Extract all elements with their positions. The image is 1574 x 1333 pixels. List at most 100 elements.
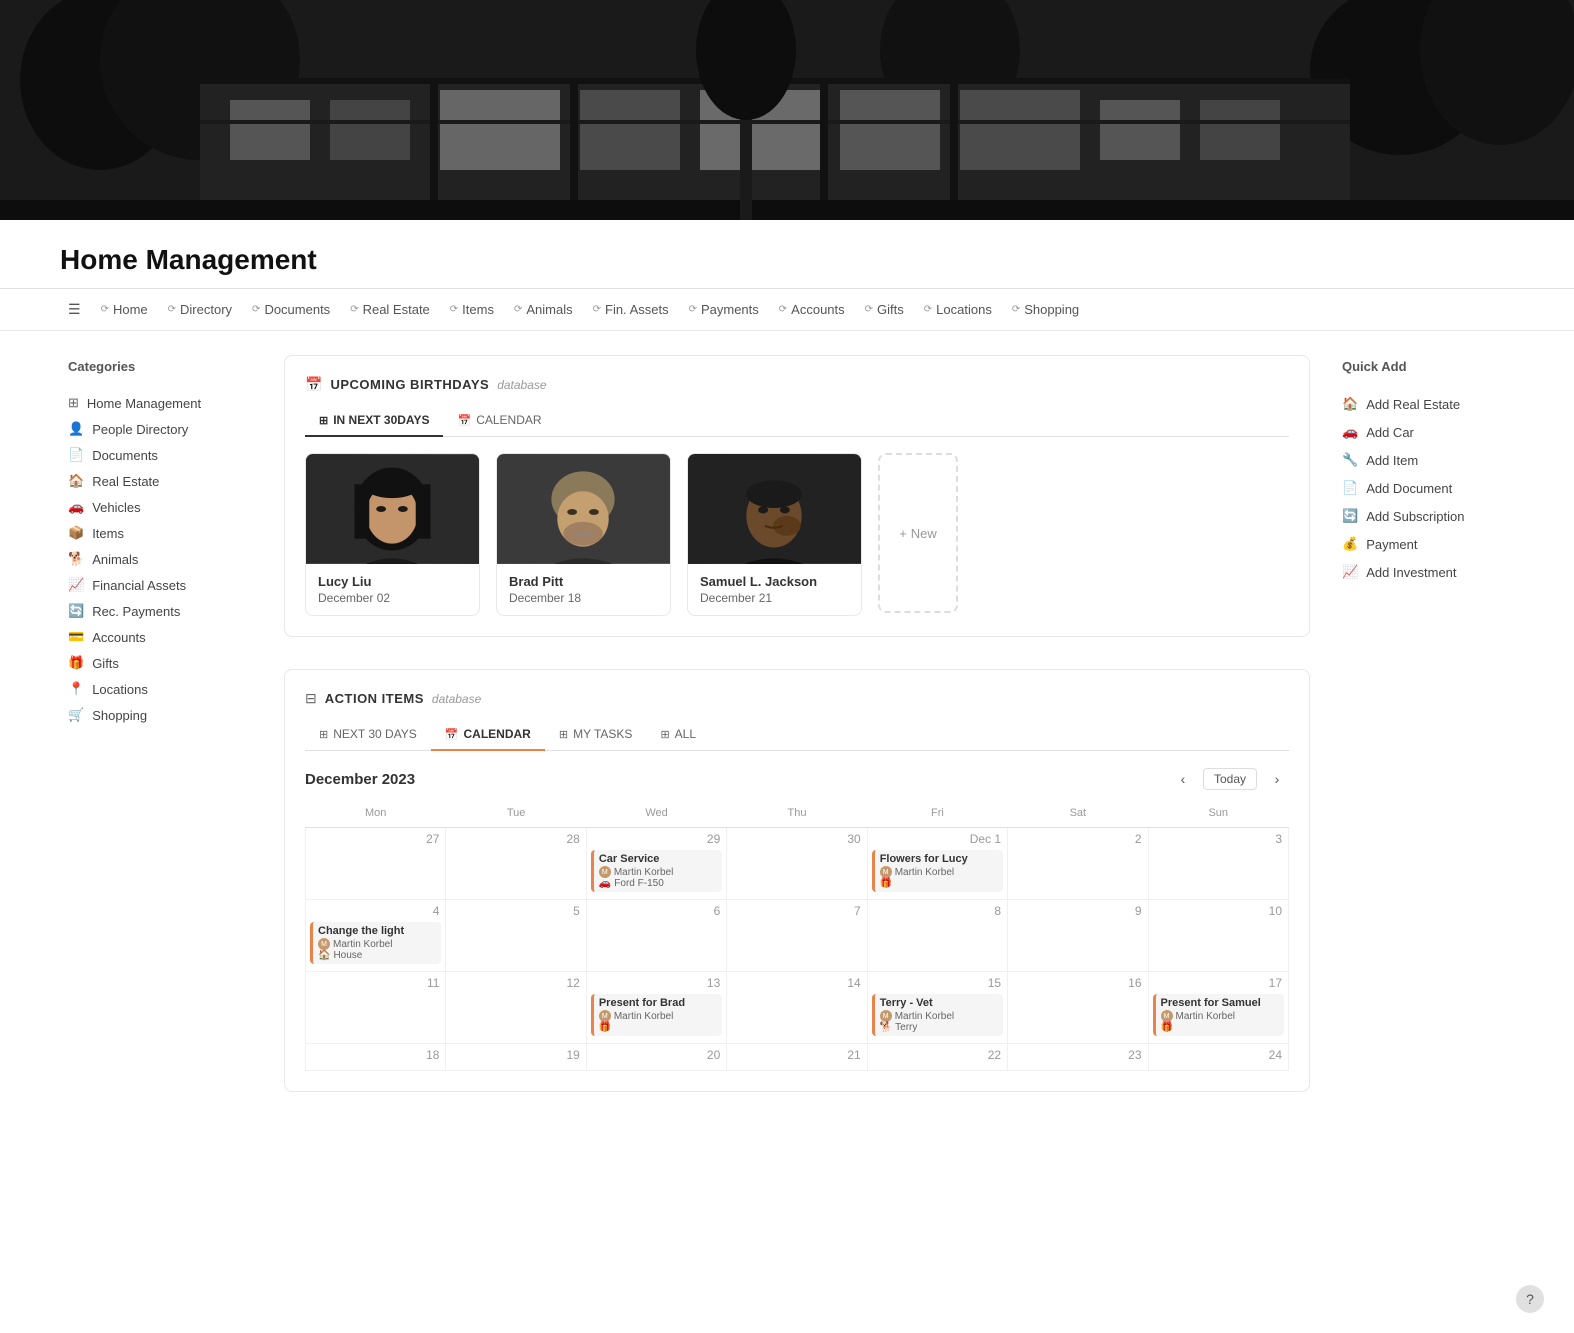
calendar-today-btn[interactable]: Today <box>1203 768 1257 790</box>
cal-dow-wed: Wed <box>586 803 726 828</box>
cal-day-7[interactable]: 7 <box>727 900 867 972</box>
sidebar-item-animals[interactable]: 🐕 Animals <box>60 546 260 572</box>
action-tab-calendar[interactable]: 📅 CALENDAR <box>431 719 545 751</box>
cal-day-13[interactable]: 13 Present for Brad M Martin Korbel 🎁 <box>586 972 726 1044</box>
quick-add-item[interactable]: 🔧 Add Item <box>1334 446 1514 474</box>
quick-add-car[interactable]: 🚗 Add Car <box>1334 418 1514 446</box>
event-present-samuel[interactable]: Present for Samuel M Martin Korbel 🎁 <box>1153 994 1284 1036</box>
sidebar-item-items[interactable]: 📦 Items <box>60 520 260 546</box>
cal-day-29[interactable]: 29 Car Service M Martin Korbel 🚗 Ford F-… <box>586 828 726 900</box>
sidebar-item-financial-assets[interactable]: 📈 Financial Assets <box>60 572 260 598</box>
birthday-card-brad[interactable]: Brad Pitt December 18 <box>496 453 671 616</box>
cal-day-15[interactable]: 15 Terry - Vet M Martin Korbel 🐕 Terry <box>867 972 1007 1044</box>
cal-day-3[interactable]: 3 <box>1148 828 1288 900</box>
event-car-service[interactable]: Car Service M Martin Korbel 🚗 Ford F-150 <box>591 850 722 892</box>
sidebar-item-people-directory[interactable]: 👤 People Directory <box>60 416 260 442</box>
event-present-brad[interactable]: Present for Brad M Martin Korbel 🎁 <box>591 994 722 1036</box>
sidebar-item-gifts[interactable]: 🎁 Gifts <box>60 650 260 676</box>
quick-add-document[interactable]: 📄 Add Document <box>1334 474 1514 502</box>
sidebar-item-vehicles[interactable]: 🚗 Vehicles <box>60 494 260 520</box>
birthday-tab-calendar[interactable]: 📅 CALENDAR <box>443 405 555 437</box>
cal-day-16[interactable]: 16 <box>1008 972 1148 1044</box>
quick-add-real-estate[interactable]: 🏠 Add Real Estate <box>1334 390 1514 418</box>
calendar-prev-btn[interactable]: ‹ <box>1171 767 1195 791</box>
action-tab-all[interactable]: ⊞ ALL <box>646 719 710 751</box>
cal-day-19[interactable]: 19 <box>446 1044 586 1071</box>
nav-item-directory[interactable]: ⟳ Directory <box>160 298 240 321</box>
page-title-bar: Home Management <box>0 220 1574 289</box>
day-num-9: 9 <box>1012 904 1143 918</box>
cal-day-24[interactable]: 24 <box>1148 1044 1288 1071</box>
sidebar-item-locations[interactable]: 📍 Locations <box>60 676 260 702</box>
home-management-icon: ⊞ <box>68 395 79 411</box>
nav-item-documents[interactable]: ⟳ Documents <box>244 298 338 321</box>
birthday-tab-30days[interactable]: ⊞ IN NEXT 30DAYS <box>305 405 443 437</box>
cal-day-12[interactable]: 12 <box>446 972 586 1044</box>
nav-item-home[interactable]: ⟳ Home <box>93 298 156 321</box>
action-tab-mytasks-icon: ⊞ <box>559 728 568 741</box>
birthday-card-samuel[interactable]: Samuel L. Jackson December 21 <box>687 453 862 616</box>
event-car-service-person: M Martin Korbel <box>599 866 717 878</box>
hero-image <box>0 0 1574 220</box>
cal-day-9[interactable]: 9 <box>1008 900 1148 972</box>
cal-day-17[interactable]: 17 Present for Samuel M Martin Korbel 🎁 <box>1148 972 1288 1044</box>
nav-item-realestate[interactable]: ⟳ Real Estate <box>342 298 438 321</box>
cal-day-14[interactable]: 14 <box>727 972 867 1044</box>
cal-day-27[interactable]: 27 <box>306 828 446 900</box>
birthday-add-new[interactable]: + New <box>878 453 958 613</box>
lucy-name: Lucy Liu <box>318 574 467 589</box>
calendar-month: December 2023 <box>305 771 415 788</box>
quick-add-investment[interactable]: 📈 Add Investment <box>1334 558 1514 586</box>
help-button[interactable]: ? <box>1516 1285 1544 1313</box>
nav-item-locations[interactable]: ⟳ Locations <box>916 298 1000 321</box>
qa-document-icon: 📄 <box>1342 480 1358 496</box>
cal-day-18[interactable]: 18 <box>306 1044 446 1071</box>
cal-day-22[interactable]: 22 <box>867 1044 1007 1071</box>
sidebar-item-real-estate[interactable]: 🏠 Real Estate <box>60 468 260 494</box>
sidebar-item-documents[interactable]: 📄 Documents <box>60 442 260 468</box>
nav-item-items[interactable]: ⟳ Items <box>442 298 502 321</box>
day-num-19: 19 <box>450 1048 581 1062</box>
cal-day-5[interactable]: 5 <box>446 900 586 972</box>
people-directory-icon: 👤 <box>68 421 84 437</box>
cal-day-2[interactable]: 2 <box>1008 828 1148 900</box>
cal-day-8[interactable]: 8 <box>867 900 1007 972</box>
cal-day-23[interactable]: 23 <box>1008 1044 1148 1071</box>
calendar-next-btn[interactable]: › <box>1265 767 1289 791</box>
event-change-light[interactable]: Change the light M Martin Korbel 🏠 House <box>310 922 441 964</box>
action-tab-30days[interactable]: ⊞ NEXT 30 DAYS <box>305 719 431 751</box>
sidebar-item-accounts[interactable]: 💳 Accounts <box>60 624 260 650</box>
nav-bar: ☰ ⟳ Home ⟳ Directory ⟳ Documents ⟳ Real … <box>0 289 1574 331</box>
event-change-light-title: Change the light <box>318 925 436 937</box>
birthdays-section-icon: 📅 <box>305 376 322 393</box>
quick-add-subscription[interactable]: 🔄 Add Subscription <box>1334 502 1514 530</box>
nav-item-finassets[interactable]: ⟳ Fin. Assets <box>585 298 677 321</box>
nav-item-accounts[interactable]: ⟳ Accounts <box>771 298 853 321</box>
cal-day-21[interactable]: 21 <box>727 1044 867 1071</box>
event-terry-vet[interactable]: Terry - Vet M Martin Korbel 🐕 Terry <box>872 994 1003 1036</box>
nav-hamburger[interactable]: ☰ <box>60 297 89 322</box>
cal-day-20[interactable]: 20 <box>586 1044 726 1071</box>
event-flowers-lucy[interactable]: Flowers for Lucy M Martin Korbel 🎁 <box>872 850 1003 892</box>
day-num-20: 20 <box>591 1048 722 1062</box>
action-items-tabs: ⊞ NEXT 30 DAYS 📅 CALENDAR ⊞ MY TASKS ⊞ A… <box>305 719 1289 751</box>
sidebar-item-home-management[interactable]: ⊞ Home Management <box>60 390 260 416</box>
cal-day-28[interactable]: 28 <box>446 828 586 900</box>
action-tab-mytasks[interactable]: ⊞ MY TASKS <box>545 719 647 751</box>
cal-day-4[interactable]: 4 Change the light M Martin Korbel 🏠 Hou… <box>306 900 446 972</box>
cal-day-30[interactable]: 30 <box>727 828 867 900</box>
cal-day-11[interactable]: 11 <box>306 972 446 1044</box>
nav-item-payments[interactable]: ⟳ Payments <box>681 298 767 321</box>
animals-nav-icon: ⟳ <box>514 304 522 315</box>
sidebar-item-rec-payments[interactable]: 🔄 Rec. Payments <box>60 598 260 624</box>
cal-day-dec1[interactable]: Dec 1 Flowers for Lucy M Martin Korbel 🎁 <box>867 828 1007 900</box>
quick-add-payment[interactable]: 💰 Payment <box>1334 530 1514 558</box>
nav-item-shopping[interactable]: ⟳ Shopping <box>1004 298 1087 321</box>
nav-item-animals[interactable]: ⟳ Animals <box>506 298 581 321</box>
sidebar-item-shopping[interactable]: 🛒 Shopping <box>60 702 260 728</box>
cal-day-10[interactable]: 10 <box>1148 900 1288 972</box>
cal-day-6[interactable]: 6 <box>586 900 726 972</box>
nav-item-gifts[interactable]: ⟳ Gifts <box>857 298 912 321</box>
birthday-card-lucy[interactable]: Lucy Liu December 02 <box>305 453 480 616</box>
calendar-header-row: Mon Tue Wed Thu Fri Sat Sun <box>306 803 1289 828</box>
